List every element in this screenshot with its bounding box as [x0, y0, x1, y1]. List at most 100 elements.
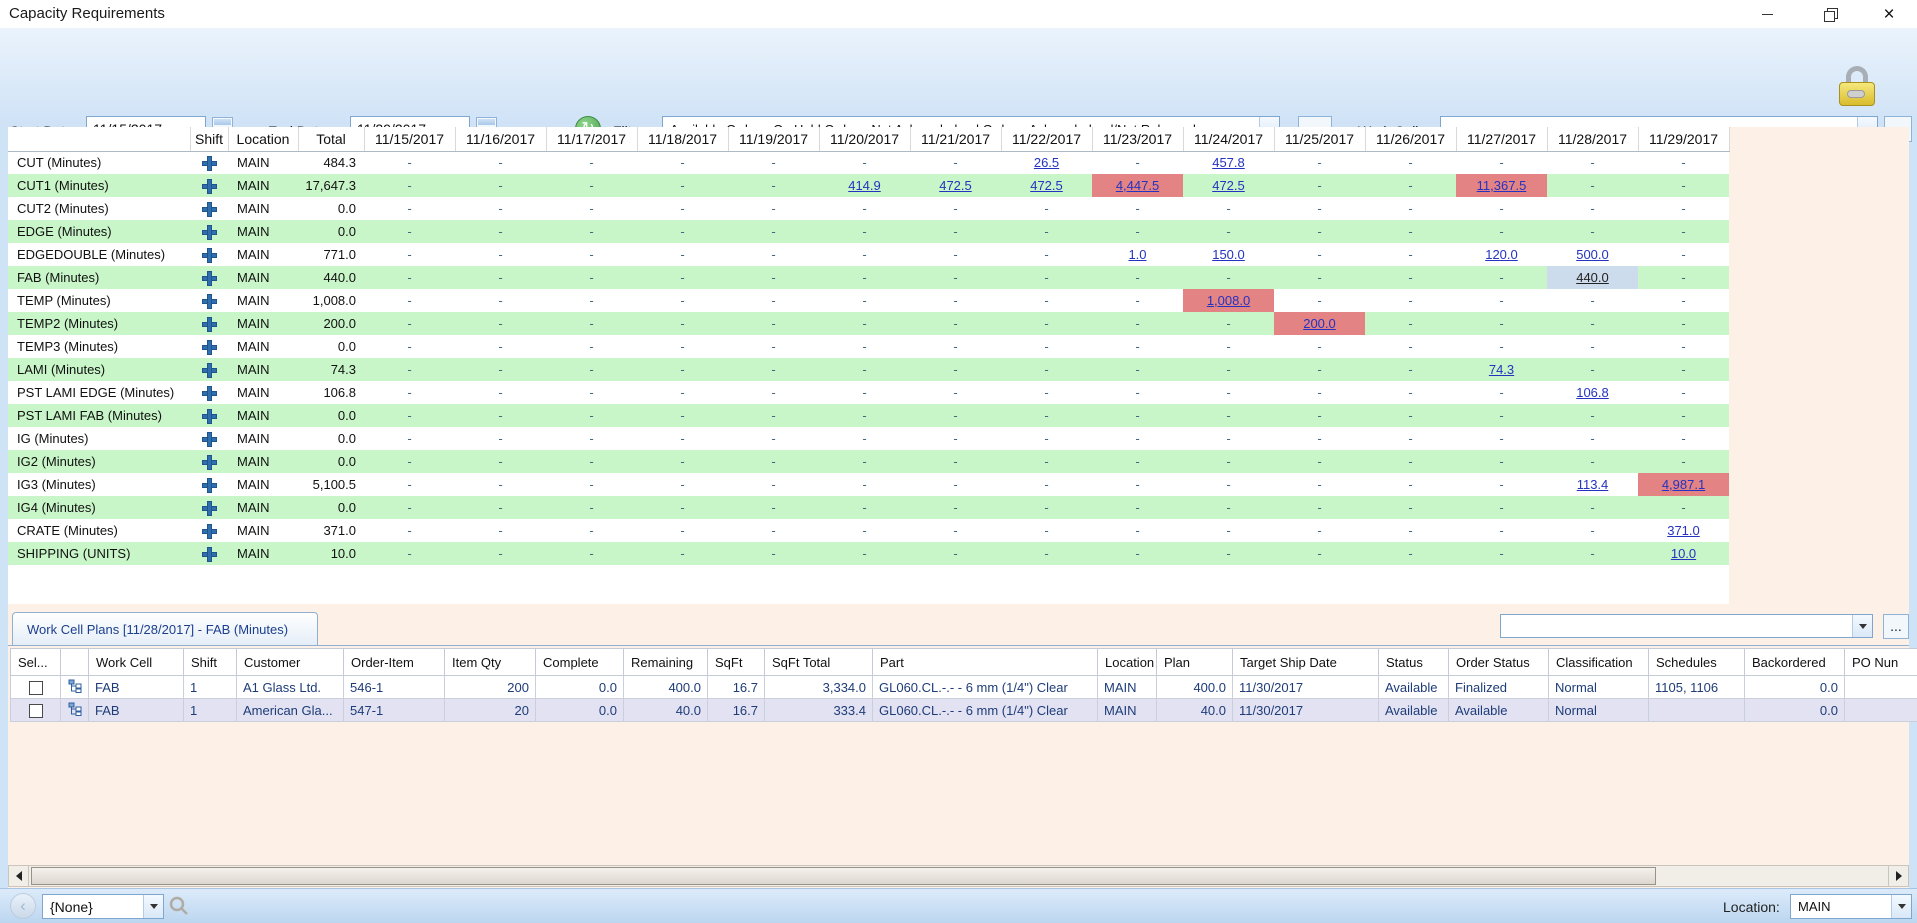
expand-plus-icon[interactable]	[203, 456, 216, 469]
capacity-cell-empty: -	[1092, 496, 1183, 519]
preset-dropdown-arrow-icon[interactable]	[143, 895, 163, 918]
capacity-value-link[interactable]: 106.8	[1576, 385, 1609, 400]
capacity-cell-empty: -	[455, 450, 546, 473]
capacity-cell-empty: -	[455, 519, 546, 542]
capacity-value-link[interactable]: 11,367.5	[1477, 178, 1527, 193]
capacity-cell-empty: -	[1274, 542, 1365, 565]
location-dropdown-arrow-icon[interactable]	[1891, 895, 1911, 918]
expand-plus-icon[interactable]	[203, 410, 216, 423]
select-checkbox[interactable]	[29, 681, 43, 695]
capacity-value-link[interactable]: 1,008.0	[1207, 293, 1250, 308]
expand-plus-icon[interactable]	[203, 249, 216, 262]
restore-button[interactable]	[1808, 0, 1852, 28]
horizontal-scrollbar[interactable]	[8, 865, 1909, 887]
capacity-cell-empty: -	[1547, 335, 1638, 358]
expand-plus-icon[interactable]	[203, 180, 216, 193]
plans-cell: 0.0	[536, 676, 624, 699]
capacity-cell-empty: -	[364, 266, 455, 289]
capacity-cell-empty: -	[1183, 266, 1274, 289]
capacity-cell-empty: -	[1092, 427, 1183, 450]
plans-row[interactable]: FAB1American Gla...547-1200.040.016.7333…	[11, 699, 1917, 722]
expand-plus-icon[interactable]	[203, 341, 216, 354]
capacity-cell-empty: -	[1638, 243, 1729, 266]
capacity-value-link[interactable]: 472.5	[1030, 178, 1063, 193]
plans-filter-dropdown[interactable]	[1500, 614, 1873, 638]
shift-column-header: Shift	[190, 127, 228, 151]
capacity-value-link[interactable]: 472.5	[1212, 178, 1245, 193]
search-icon[interactable]	[168, 895, 190, 922]
capacity-cell-empty: -	[910, 519, 1001, 542]
location-dropdown[interactable]: MAIN	[1790, 894, 1912, 919]
expand-plus-icon[interactable]	[203, 479, 216, 492]
capacity-value-link[interactable]: 414.9	[848, 178, 881, 193]
capacity-value-link[interactable]: 4,447.5	[1116, 178, 1159, 193]
capacity-cell-empty: -	[1092, 542, 1183, 565]
tab-work-cell-plans[interactable]: Work Cell Plans [11/28/2017] - FAB (Minu…	[12, 612, 318, 646]
capacity-value-link[interactable]: 4,987.1	[1662, 477, 1705, 492]
expand-plus-icon[interactable]	[203, 433, 216, 446]
scroll-left-arrow-icon[interactable]	[9, 866, 29, 886]
expand-plus-icon[interactable]	[203, 502, 216, 515]
total-cell: 484.3	[298, 151, 364, 174]
capacity-cell-empty: -	[364, 473, 455, 496]
expand-plus-icon[interactable]	[203, 548, 216, 561]
total-cell: 0.0	[298, 220, 364, 243]
status-bar: ‹ {None} Location: MAIN	[0, 888, 1917, 923]
plans-cell: FAB	[89, 676, 184, 699]
capacity-value-link[interactable]: 150.0	[1212, 247, 1245, 262]
expand-plus-icon[interactable]	[203, 295, 216, 308]
capacity-value-link[interactable]: 500.0	[1576, 247, 1609, 262]
plans-cell: 3,334.0	[765, 676, 873, 699]
capacity-cell-empty: -	[364, 335, 455, 358]
select-checkbox[interactable]	[29, 704, 43, 718]
capacity-value-link[interactable]: 113.4	[1577, 477, 1609, 492]
capacity-value-link[interactable]: 26.5	[1034, 155, 1059, 170]
capacity-value-link[interactable]: 440.0	[1576, 270, 1609, 285]
shift-cell	[190, 358, 228, 381]
capacity-value-link[interactable]: 371.0	[1667, 523, 1700, 538]
plans-cell: GL060.CL.-.- - 6 mm (1/4") Clear	[873, 676, 1098, 699]
hierarchy-icon[interactable]	[68, 679, 82, 693]
hierarchy-icon[interactable]	[68, 702, 82, 716]
expand-plus-icon[interactable]	[203, 203, 216, 216]
expand-plus-icon[interactable]	[203, 364, 216, 377]
capacity-cell-empty: -	[637, 427, 728, 450]
minimize-button[interactable]	[1745, 0, 1789, 28]
location-column-header: Location	[228, 127, 298, 151]
scrollbar-thumb[interactable]	[31, 867, 1656, 885]
total-cell: 771.0	[298, 243, 364, 266]
location-cell: MAIN	[228, 151, 298, 174]
close-button[interactable]: ×	[1867, 0, 1911, 28]
plans-more-button[interactable]: ...	[1883, 614, 1909, 639]
expand-plus-icon[interactable]	[203, 387, 216, 400]
content-area: ShiftLocationTotal11/15/201711/16/201711…	[8, 127, 1909, 888]
plans-column-header	[61, 649, 89, 676]
expand-plus-icon[interactable]	[203, 157, 216, 170]
capacity-row: EDGEDOUBLE (Minutes)MAIN771.0--------1.0…	[8, 243, 1729, 266]
capacity-cell-empty: -	[546, 335, 637, 358]
capacity-value-link[interactable]: 120.0	[1485, 247, 1518, 262]
plans-row[interactable]: FAB1A1 Glass Ltd.546-12000.0400.016.73,3…	[11, 676, 1917, 699]
capacity-value-link[interactable]: 472.5	[939, 178, 972, 193]
scroll-right-arrow-icon[interactable]	[1888, 866, 1908, 886]
capacity-value-link[interactable]: 457.8	[1212, 155, 1245, 170]
preset-dropdown[interactable]: {None}	[42, 894, 164, 919]
capacity-cell-empty: -	[1638, 358, 1729, 381]
expand-plus-icon[interactable]	[203, 272, 216, 285]
capacity-cell-empty: -	[1092, 381, 1183, 404]
back-icon[interactable]: ‹	[10, 893, 36, 919]
capacity-cell-empty: -	[728, 289, 819, 312]
capacity-value-link[interactable]: 10.0	[1671, 546, 1696, 561]
capacity-value-link[interactable]: 74.3	[1489, 362, 1514, 377]
plans-cell: 20	[445, 699, 536, 722]
capacity-cell-empty: -	[546, 381, 637, 404]
date-column-header: 11/29/2017	[1638, 127, 1729, 151]
expand-plus-icon[interactable]	[203, 318, 216, 331]
capacity-value-link[interactable]: 200.0	[1303, 316, 1336, 331]
expand-plus-icon[interactable]	[203, 226, 216, 239]
capacity-value-link[interactable]: 1.0	[1128, 247, 1146, 262]
capacity-cell-empty: -	[819, 243, 910, 266]
plans-filter-arrow-icon[interactable]	[1852, 615, 1872, 637]
capacity-cell-empty: -	[364, 243, 455, 266]
expand-plus-icon[interactable]	[203, 525, 216, 538]
